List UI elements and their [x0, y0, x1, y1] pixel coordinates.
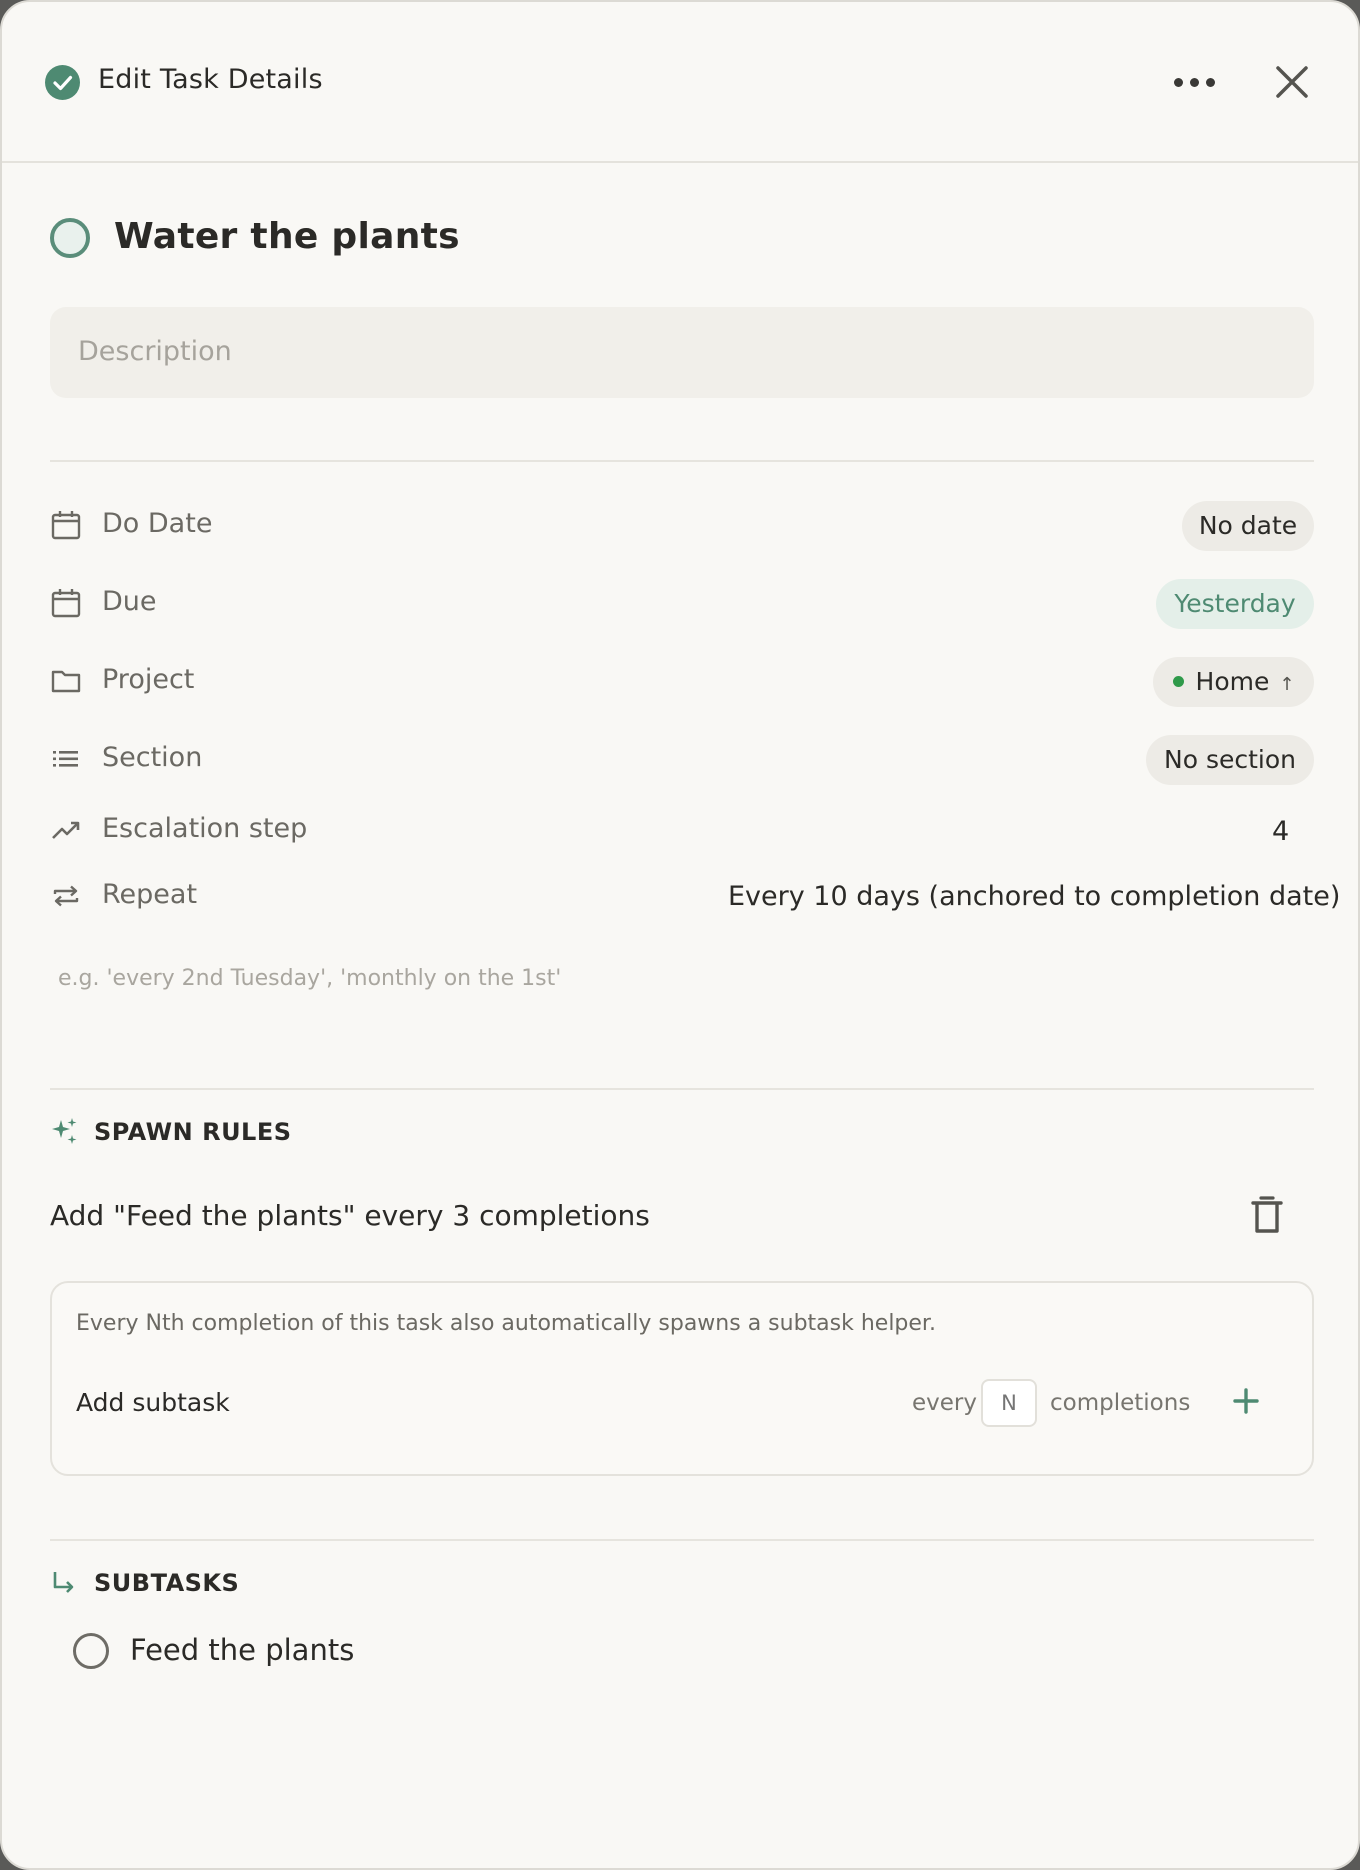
due-label: Due [102, 586, 157, 617]
do-date-label: Do Date [102, 508, 213, 539]
panel-title: Edit Task Details [98, 64, 323, 95]
repeat-hint: e.g. 'every 2nd Tuesday', 'monthly on th… [58, 966, 562, 991]
subtasks-heading: SUBTASKS [94, 1569, 240, 1597]
spawn-rule-editor: Every Nth completion of this task also a… [50, 1281, 1314, 1476]
description-field[interactable]: Description [50, 307, 1314, 398]
project-color-dot [1172, 675, 1184, 687]
completion-count-input[interactable] [981, 1379, 1037, 1427]
due-date-pill[interactable]: Yesterday [1156, 579, 1314, 629]
subtask-title[interactable]: Feed the plants [130, 1633, 354, 1667]
every-label: every [912, 1390, 977, 1416]
escalation-step-value[interactable]: 4 [1272, 816, 1289, 847]
trash-icon [1251, 1196, 1283, 1233]
close-icon [1276, 66, 1308, 98]
section-pill[interactable]: No section [1146, 735, 1314, 785]
divider [50, 1088, 1314, 1090]
completions-label: completions [1050, 1390, 1191, 1416]
escalation-step-label: Escalation step [102, 813, 308, 844]
spawn-rules-heading: SPAWN RULES [94, 1118, 292, 1146]
spawn-rule-text: Add "Feed the plants" every 3 completion… [50, 1199, 650, 1232]
repeat-icon [53, 885, 79, 907]
more-horizontal-icon [1174, 78, 1183, 87]
description-placeholder: Description [78, 336, 232, 367]
subdirectory-arrow-icon [53, 1572, 74, 1593]
divider [50, 460, 1314, 462]
subtask-checkbox[interactable] [73, 1633, 109, 1669]
spawn-rule-help-text: Every Nth completion of this task also a… [76, 1311, 936, 1336]
check-circle-icon [45, 65, 80, 100]
add-rule-button[interactable] [1226, 1381, 1266, 1421]
do-date-pill[interactable]: No date [1182, 501, 1314, 551]
list-icon [53, 751, 78, 767]
add-subtask-input[interactable]: Add subtask [76, 1388, 230, 1417]
project-name: Home [1195, 667, 1270, 696]
arrow-up-icon: ↑ [1279, 674, 1295, 695]
repeat-label: Repeat [102, 879, 198, 910]
task-complete-checkbox[interactable] [50, 218, 90, 258]
more-options-button[interactable] [1170, 64, 1220, 100]
task-details-panel: Edit Task Details Water the plants Descr… [0, 0, 1360, 1870]
project-label: Project [102, 664, 195, 695]
repeat-value[interactable]: Every 10 days (anchored to completion da… [728, 881, 1340, 912]
project-pill[interactable]: Home ↑ [1153, 657, 1314, 707]
delete-rule-button[interactable] [1249, 1194, 1285, 1236]
task-title[interactable]: Water the plants [114, 216, 460, 257]
calendar-icon [51, 589, 81, 618]
panel-header: Edit Task Details [2, 2, 1358, 163]
more-horizontal-icon [1206, 78, 1215, 87]
folder-icon [51, 670, 81, 693]
close-button[interactable] [1270, 60, 1314, 104]
divider [50, 1539, 1314, 1541]
plus-icon [1233, 1388, 1259, 1414]
more-horizontal-icon [1190, 78, 1199, 87]
calendar-icon [51, 511, 81, 540]
trending-up-icon [52, 821, 80, 839]
sparkles-icon [52, 1118, 77, 1144]
section-label: Section [102, 742, 203, 773]
